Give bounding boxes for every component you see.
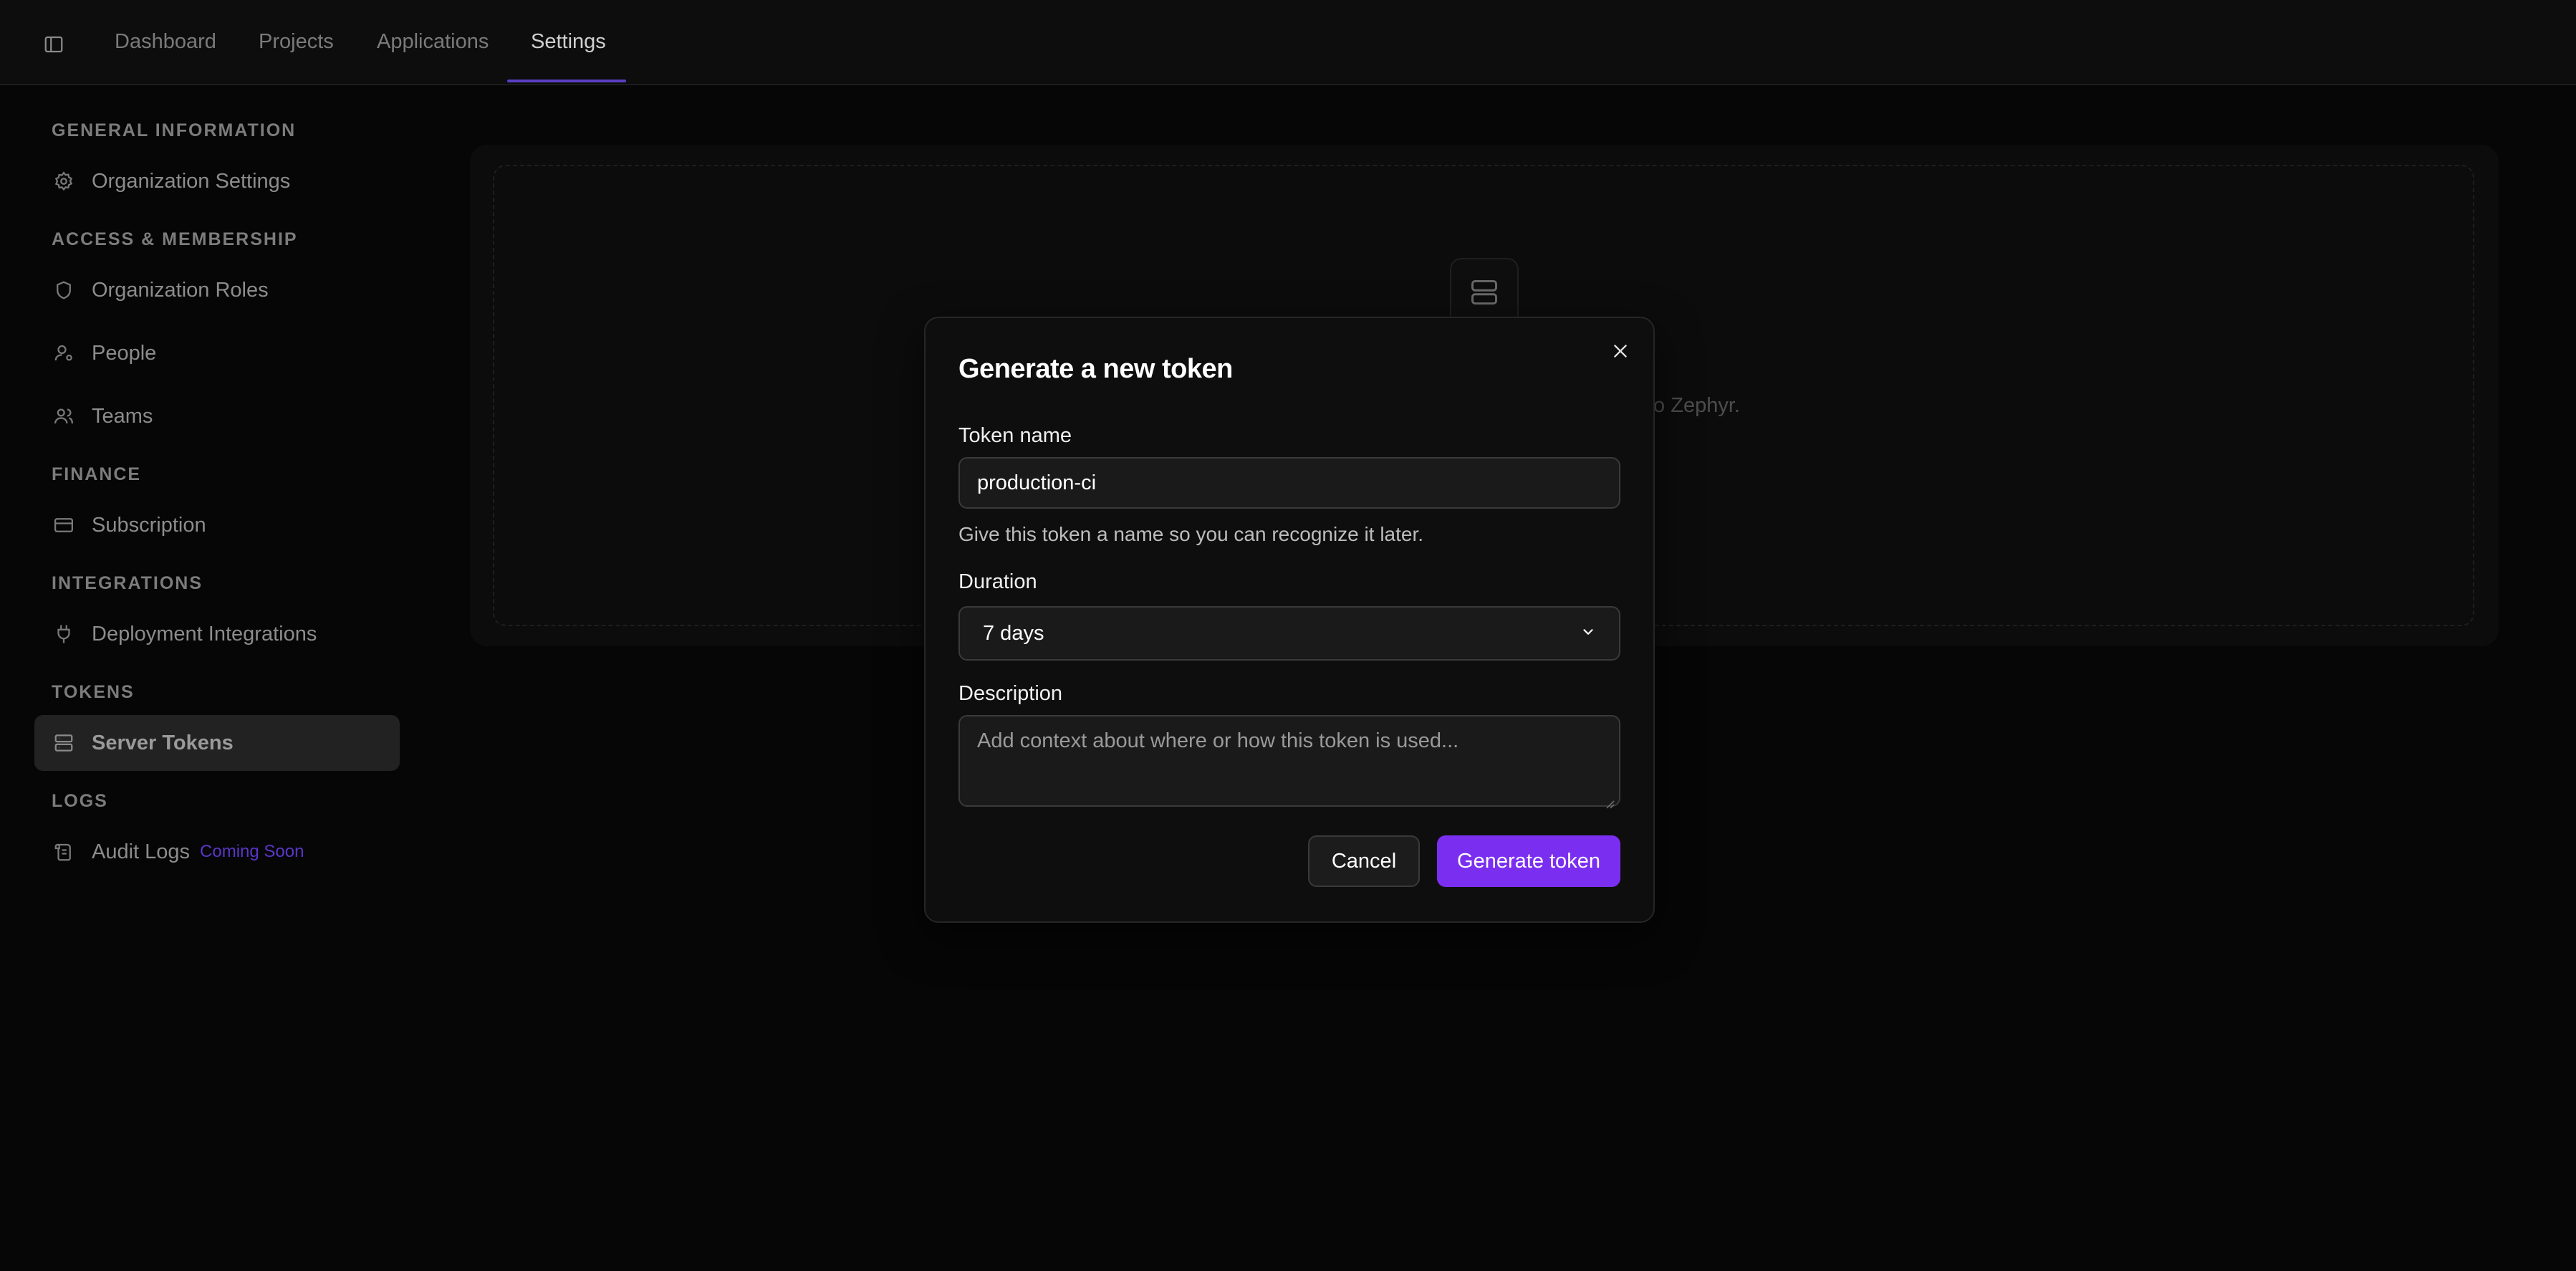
description-textarea[interactable]: Add context about where or how this toke…	[958, 715, 1620, 809]
duration-select[interactable]: 7 days	[958, 606, 1620, 661]
coming-soon-badge: Coming Soon	[200, 842, 304, 861]
sidebar-item-organization-roles[interactable]: Organization Roles	[34, 262, 400, 318]
sidebar-toggle-icon[interactable]	[37, 30, 70, 59]
section-label-finance: FINANCE	[52, 464, 142, 484]
empty-state-description: to Zephyr.	[1648, 394, 1740, 417]
credit-card-icon	[52, 513, 76, 537]
sidebar-item-organization-settings[interactable]: Organization Settings	[34, 153, 400, 209]
close-icon[interactable]	[1606, 337, 1635, 365]
sidebar-item-label: Teams	[92, 404, 153, 428]
sidebar-item-label: Organization Settings	[92, 169, 291, 193]
dialog-title: Generate a new token	[958, 354, 1233, 384]
token-name-hint: Give this token a name so you can recogn…	[958, 523, 1424, 545]
duration-selected-value: 7 days	[983, 621, 1044, 645]
sidebar-item-server-tokens[interactable]: Server Tokens	[34, 715, 400, 771]
tab-settings[interactable]: Settings	[508, 0, 629, 84]
sidebar-item-label: Subscription	[92, 513, 206, 537]
sidebar-item-subscription[interactable]: Subscription	[34, 497, 400, 553]
active-tab-indicator	[507, 80, 626, 82]
section-label-general: GENERAL INFORMATION	[52, 120, 297, 140]
generate-token-button[interactable]: Generate token	[1437, 835, 1620, 887]
description-placeholder: Add context about where or how this toke…	[977, 729, 1459, 752]
sidebar-item-label: People	[92, 341, 157, 365]
section-label-access: ACCESS & MEMBERSHIP	[52, 229, 298, 249]
section-label-logs: LOGS	[52, 791, 108, 811]
sidebar-item-label: Audit Logs	[92, 840, 191, 863]
scroll-icon	[52, 840, 76, 864]
tab-applications[interactable]: Applications	[354, 0, 511, 84]
shield-icon	[52, 278, 76, 302]
server-icon	[52, 731, 76, 755]
person-settings-icon	[52, 341, 76, 365]
resize-grip-icon[interactable]	[1605, 791, 1615, 809]
gear-icon	[52, 169, 76, 193]
section-label-tokens: TOKENS	[52, 682, 135, 702]
cancel-button[interactable]: Cancel	[1308, 835, 1420, 887]
section-label-integrations: INTEGRATIONS	[52, 573, 203, 593]
sidebar-item-people[interactable]: People	[34, 325, 400, 381]
duration-label: Duration	[958, 570, 1037, 593]
sidebar-item-deployment-integrations[interactable]: Deployment Integrations	[34, 606, 400, 662]
sidebar-item-teams[interactable]: Teams	[34, 388, 400, 444]
sidebar-item-audit-logs[interactable]: Audit Logs Coming Soon	[34, 824, 400, 880]
users-icon	[52, 404, 76, 428]
description-label: Description	[958, 682, 1063, 705]
tab-projects[interactable]: Projects	[236, 0, 357, 84]
sidebar-item-label: Deployment Integrations	[92, 622, 317, 646]
tab-dashboard[interactable]: Dashboard	[92, 0, 239, 84]
sidebar-item-label: Server Tokens	[92, 731, 234, 754]
plug-icon	[52, 622, 76, 646]
sidebar-item-label: Organization Roles	[92, 278, 269, 302]
token-name-label: Token name	[958, 424, 1072, 447]
chevron-down-icon	[1580, 622, 1596, 646]
token-name-input[interactable]: production-ci	[958, 457, 1620, 509]
